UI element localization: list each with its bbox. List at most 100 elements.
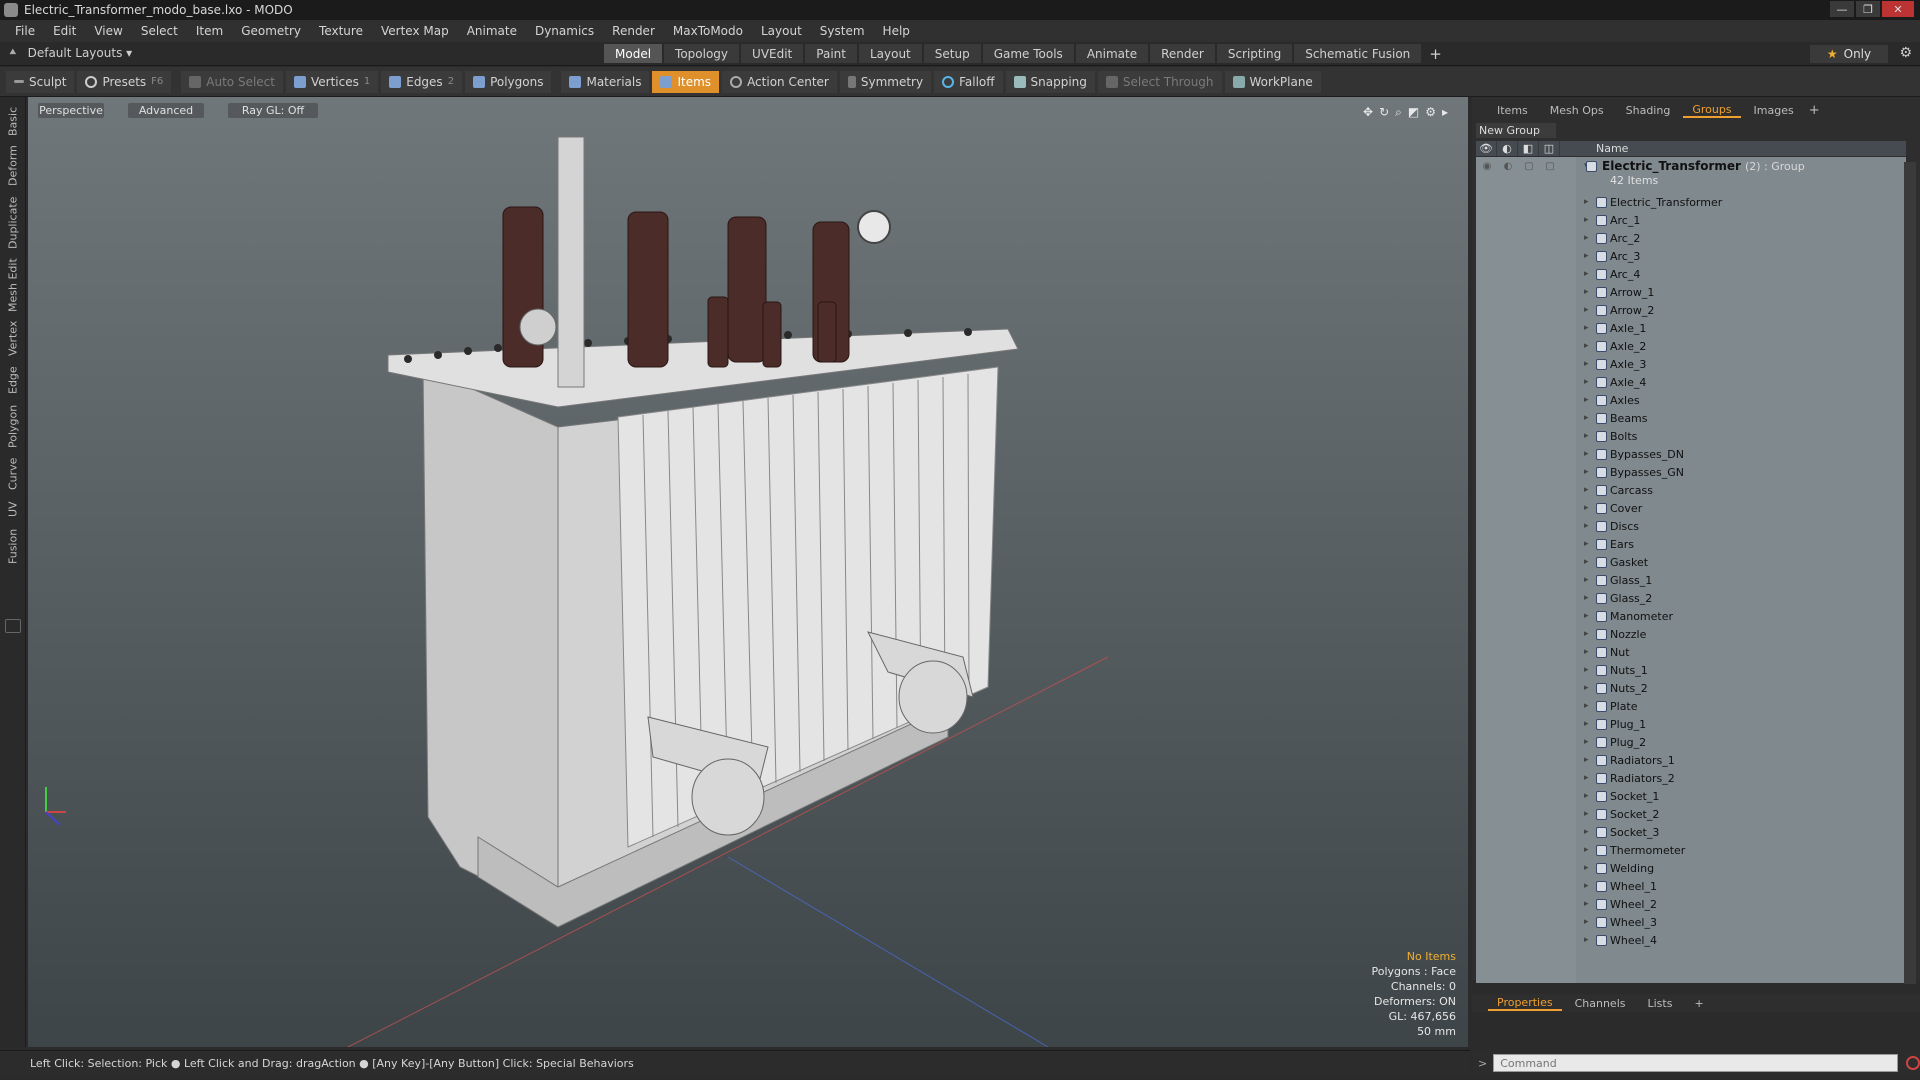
list-item[interactable]: ▸ Axle_1 bbox=[1476, 319, 1906, 337]
expand-arrow-icon[interactable]: ▸ bbox=[1584, 305, 1589, 315]
tab-lists[interactable]: Lists bbox=[1639, 995, 1682, 1011]
select-through-button[interactable]: Select Through bbox=[1097, 70, 1222, 93]
expand-arrow-icon[interactable]: ▸ bbox=[1584, 629, 1589, 639]
list-item[interactable]: ▸ Thermometer bbox=[1476, 841, 1906, 859]
maximize-icon[interactable]: ❐ bbox=[1856, 1, 1880, 17]
expand-arrow-icon[interactable]: ▸ bbox=[1584, 233, 1589, 243]
list-item[interactable]: ▸ Plate bbox=[1476, 697, 1906, 715]
expand-arrow-icon[interactable]: ▸ bbox=[1584, 269, 1589, 279]
list-item[interactable]: ▸ Nuts_1 bbox=[1476, 661, 1906, 679]
list-item[interactable]: ▸ Manometer bbox=[1476, 607, 1906, 625]
list-item[interactable]: ▸ Socket_1 bbox=[1476, 787, 1906, 805]
view-mode-button[interactable]: Perspective bbox=[38, 103, 104, 118]
expand-arrow-icon[interactable]: ▸ bbox=[1584, 863, 1589, 873]
list-item[interactable]: ▸ Bypasses_GN bbox=[1476, 463, 1906, 481]
tab-channels[interactable]: Channels bbox=[1566, 995, 1635, 1011]
tab-uv[interactable]: UV bbox=[3, 497, 23, 521]
3d-viewport[interactable]: Perspective Advanced Ray GL: Off ✥ ↻ ⌕ ◩… bbox=[28, 97, 1468, 1047]
list-item[interactable]: ▸ Carcass bbox=[1476, 481, 1906, 499]
tab-mesh-ops[interactable]: Mesh Ops bbox=[1541, 102, 1613, 118]
expand-arrow-icon[interactable]: ▸ bbox=[1584, 197, 1589, 207]
expand-arrow-icon[interactable]: ▸ bbox=[1584, 359, 1589, 369]
expand-arrow-icon[interactable]: ▸ bbox=[1584, 539, 1589, 549]
minimize-icon[interactable]: — bbox=[1830, 1, 1854, 17]
list-item[interactable]: ▸ Discs bbox=[1476, 517, 1906, 535]
select-column-icon[interactable]: ◫ bbox=[1539, 141, 1560, 156]
menu-file[interactable]: File bbox=[6, 24, 44, 38]
list-item[interactable]: ▸ Nuts_2 bbox=[1476, 679, 1906, 697]
list-item[interactable]: ▸ Socket_3 bbox=[1476, 823, 1906, 841]
expand-arrow-icon[interactable]: ▸ bbox=[1584, 917, 1589, 927]
menu-system[interactable]: System bbox=[811, 24, 874, 38]
tab-model[interactable]: Model bbox=[604, 44, 663, 63]
tab-uvedit[interactable]: UVEdit bbox=[741, 44, 804, 63]
expand-arrow-icon[interactable]: ▸ bbox=[1584, 809, 1589, 819]
expand-arrow-icon[interactable]: ▸ bbox=[1584, 791, 1589, 801]
tab-render[interactable]: Render bbox=[1150, 44, 1215, 63]
action-center-button[interactable]: Action Center bbox=[722, 70, 837, 93]
tab-groups[interactable]: Groups bbox=[1683, 102, 1741, 118]
list-item[interactable]: ▸ Arc_1 bbox=[1476, 211, 1906, 229]
render-column-icon[interactable]: ◐ bbox=[1497, 141, 1518, 156]
zoom-icon[interactable]: ⌕ bbox=[1395, 105, 1402, 120]
tab-deform[interactable]: Deform bbox=[3, 143, 23, 189]
expand-arrow-icon[interactable]: ▸ bbox=[1584, 701, 1589, 711]
edges-button[interactable]: Edges 2 bbox=[381, 70, 463, 93]
sculpt-button[interactable]: Sculpt bbox=[6, 70, 75, 93]
list-item[interactable]: ▸ Axle_4 bbox=[1476, 373, 1906, 391]
falloff-button[interactable]: Falloff bbox=[934, 70, 1003, 93]
add-tab-icon[interactable]: + bbox=[1807, 102, 1822, 118]
gear-icon[interactable]: ⚙ bbox=[1899, 45, 1912, 61]
tab-mesh-edit[interactable]: Mesh Edit bbox=[3, 257, 23, 313]
expand-arrow-icon[interactable]: ▸ bbox=[1584, 287, 1589, 297]
tab-images[interactable]: Images bbox=[1745, 102, 1803, 118]
list-item[interactable]: ▸ Arc_2 bbox=[1476, 229, 1906, 247]
viewport-menu-icon[interactable]: ▸ bbox=[1442, 105, 1448, 120]
list-item[interactable]: ▸ Wheel_1 bbox=[1476, 877, 1906, 895]
list-item[interactable]: ▸ Wheel_3 bbox=[1476, 913, 1906, 931]
expand-arrow-icon[interactable]: ▸ bbox=[1584, 719, 1589, 729]
list-item[interactable]: ▸ Welding bbox=[1476, 859, 1906, 877]
only-button[interactable]: ★ Only bbox=[1810, 45, 1888, 63]
list-item[interactable]: ▸ Axle_3 bbox=[1476, 355, 1906, 373]
menu-maxtomodo[interactable]: MaxToModo bbox=[664, 24, 752, 38]
tab-animate[interactable]: Animate bbox=[1075, 44, 1149, 63]
menu-select[interactable]: Select bbox=[132, 24, 187, 38]
menu-vertex-map[interactable]: Vertex Map bbox=[372, 24, 458, 38]
expand-arrow-icon[interactable]: ▸ bbox=[1584, 611, 1589, 621]
command-input[interactable] bbox=[1493, 1054, 1899, 1072]
list-item[interactable]: ▸ Electric_Transformer bbox=[1476, 193, 1906, 211]
expand-arrow-icon[interactable]: ▸ bbox=[1584, 575, 1589, 585]
tab-properties[interactable]: Properties bbox=[1488, 995, 1562, 1011]
vertices-button[interactable]: Vertices 1 bbox=[285, 70, 379, 93]
expand-arrow-icon[interactable]: ▸ bbox=[1584, 773, 1589, 783]
list-scrollbar[interactable] bbox=[1904, 162, 1916, 984]
record-icon[interactable] bbox=[1906, 1056, 1920, 1070]
menu-view[interactable]: View bbox=[85, 24, 131, 38]
items-button[interactable]: Items bbox=[652, 70, 720, 93]
list-item[interactable]: ▸ Arc_3 bbox=[1476, 247, 1906, 265]
pan-icon[interactable]: ✥ bbox=[1363, 105, 1373, 120]
menu-layout[interactable]: Layout bbox=[752, 24, 811, 38]
tab-shading[interactable]: Shading bbox=[1617, 102, 1680, 118]
list-item[interactable]: ▸ Arrow_2 bbox=[1476, 301, 1906, 319]
name-column-header[interactable]: Name bbox=[1560, 142, 1628, 155]
snapping-button[interactable]: Snapping bbox=[1005, 70, 1095, 93]
expand-arrow-icon[interactable]: ▸ bbox=[1584, 449, 1589, 459]
expand-arrow-icon[interactable]: ▸ bbox=[1584, 755, 1589, 765]
list-item[interactable]: ▸ Glass_1 bbox=[1476, 571, 1906, 589]
expand-arrow-icon[interactable]: ▸ bbox=[1584, 647, 1589, 657]
expand-arrow-icon[interactable]: ▸ bbox=[1584, 503, 1589, 513]
list-item[interactable]: ▸ Radiators_2 bbox=[1476, 769, 1906, 787]
expand-arrow-icon[interactable]: ▸ bbox=[1584, 377, 1589, 387]
list-item[interactable]: ▸ Socket_2 bbox=[1476, 805, 1906, 823]
tab-game-tools[interactable]: Game Tools bbox=[982, 44, 1074, 63]
lock-icon[interactable]: ▢ bbox=[1522, 160, 1536, 172]
expand-arrow-icon[interactable]: ▸ bbox=[1584, 521, 1589, 531]
fit-icon[interactable]: ◩ bbox=[1408, 105, 1419, 120]
expand-arrow-icon[interactable]: ▸ bbox=[1584, 431, 1589, 441]
close-icon[interactable]: ✕ bbox=[1882, 1, 1914, 17]
materials-button[interactable]: Materials bbox=[561, 70, 650, 93]
lock-column-icon[interactable]: ◧ bbox=[1518, 141, 1539, 156]
list-item[interactable]: ▸ Gasket bbox=[1476, 553, 1906, 571]
